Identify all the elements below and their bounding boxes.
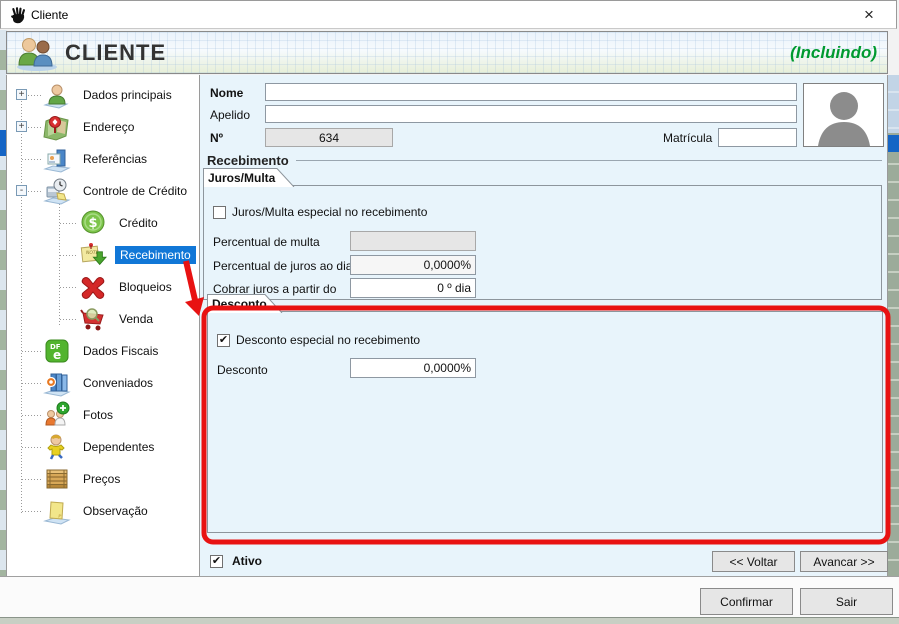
juros-especial-checkbox-label: Juros/Multa especial no recebimento [232, 205, 427, 219]
sidebar-item-precos[interactable]: Preços [7, 463, 201, 495]
sidebar-item-label[interactable]: Dados Fiscais [83, 344, 158, 358]
clients-icon [15, 35, 59, 74]
window-titlebar: Cliente × [0, 0, 897, 29]
referencias-icon [43, 145, 71, 176]
section-title: Recebimento [207, 153, 289, 168]
sidebar-item-label[interactable]: Observação [83, 504, 148, 518]
venda-icon [79, 305, 107, 336]
sidebar-item-dados-fiscais[interactable]: DF e Dados Fiscais [7, 335, 201, 367]
sidebar-item-credito[interactable]: $ Crédito [7, 207, 201, 239]
apelido-input[interactable] [265, 105, 797, 123]
person-silhouette-icon [804, 84, 883, 146]
desconto-especial-checkbox[interactable]: ✔ [217, 334, 230, 347]
check-icon: ✔ [219, 334, 228, 346]
svg-text:e: e [53, 348, 61, 362]
sidebar-item-recebimento[interactable]: NOTE Recebimento [7, 239, 201, 271]
close-icon[interactable]: × [856, 3, 882, 27]
desconto-input[interactable] [350, 358, 476, 378]
juros-especial-checkbox[interactable] [213, 206, 226, 219]
sidebar-item-controle-de-credito[interactable]: - Controle de Crédito [7, 175, 201, 207]
sidebar-item-label[interactable]: Crédito [119, 216, 158, 230]
dados-principais-icon [43, 81, 71, 112]
sidebar-item-label[interactable]: Fotos [83, 408, 113, 422]
check-icon: ✔ [212, 555, 221, 567]
ativo-checkbox[interactable]: ✔ [210, 555, 223, 568]
sidebar-item-conveniados[interactable]: Conveniados [7, 367, 201, 399]
sair-button[interactable]: Sair [800, 588, 893, 615]
sidebar-item-label[interactable]: Dados principais [83, 88, 172, 102]
sidebar-item-label[interactable]: Recebimento [115, 246, 196, 264]
dependentes-icon [43, 433, 71, 464]
numero-input[interactable] [265, 128, 393, 147]
svg-text:$: $ [88, 216, 97, 231]
percentual-juros-input[interactable] [350, 255, 476, 275]
hand-icon [10, 7, 27, 27]
voltar-button[interactable]: << Voltar [712, 551, 795, 572]
fotos-icon [43, 401, 71, 432]
observacao-icon [43, 497, 71, 528]
precos-icon [43, 465, 71, 496]
page-title: CLIENTE [65, 40, 166, 66]
dados-fiscais-icon: DF e [43, 337, 71, 368]
sidebar-item-referencias[interactable]: Referências [7, 143, 201, 175]
sidebar-item-dados-principais[interactable]: + Dados principais [7, 79, 201, 111]
sidebar-item-endereco[interactable]: + Endereço [7, 111, 201, 143]
recebimento-icon: NOTE [79, 241, 107, 272]
expand-icon[interactable]: + [16, 121, 27, 132]
sidebar-item-label[interactable]: Bloqueios [119, 280, 172, 294]
percentual-multa-label: Percentual de multa [213, 235, 320, 249]
percentual-multa-input[interactable] [350, 231, 476, 251]
mode-indicator: (Incluindo) [790, 43, 877, 63]
sidebar-item-dependentes[interactable]: Dependentes [7, 431, 201, 463]
numero-label: Nº [210, 131, 223, 145]
sidebar-item-bloqueios[interactable]: Bloqueios [7, 271, 201, 303]
conveniados-icon [43, 369, 71, 400]
desconto-especial-checkbox-label: Desconto especial no recebimento [236, 333, 420, 347]
sidebar-item-label[interactable]: Venda [119, 312, 153, 326]
collapse-icon[interactable]: - [16, 185, 27, 196]
window-title: Cliente [31, 8, 68, 22]
sidebar-item-label[interactable]: Preços [83, 472, 120, 486]
main-panel: Nome Apelido Nº Matrícula Recebimento Ju… [200, 75, 888, 576]
ativo-label: Ativo [232, 554, 262, 568]
sidebar-item-label[interactable]: Controle de Crédito [83, 184, 187, 198]
desconto-tab: Desconto [207, 294, 283, 313]
desconto-label: Desconto [217, 363, 268, 377]
desconto-tab-label: Desconto [212, 297, 267, 311]
juros-multa-tab: Juros/Multa [203, 168, 295, 187]
matricula-input[interactable] [718, 128, 797, 147]
sidebar-item-label[interactable]: Referências [83, 152, 147, 166]
matricula-label: Matrícula [663, 131, 712, 145]
sidebar-item-observacao[interactable]: Observação [7, 495, 201, 527]
sidebar-item-label[interactable]: Conveniados [83, 376, 153, 390]
cobrar-juros-input[interactable] [350, 278, 476, 298]
expand-icon[interactable]: + [16, 89, 27, 100]
bottom-bar: Confirmar Sair [0, 576, 899, 617]
controle-de-credito-icon [43, 177, 71, 208]
endereco-icon [43, 113, 71, 144]
bloqueios-icon [79, 273, 107, 304]
juros-multa-tab-label: Juros/Multa [208, 171, 275, 185]
sidebar-item-label[interactable]: Endereço [83, 120, 134, 134]
apelido-label: Apelido [210, 108, 250, 122]
credito-icon: $ [79, 209, 107, 240]
avancar-button[interactable]: Avancar >> [800, 551, 888, 572]
navigation-tree: + Dados principais + Endereço [6, 75, 200, 576]
sidebar-item-fotos[interactable]: Fotos [7, 399, 201, 431]
banner: CLIENTE (Incluindo) [6, 31, 888, 74]
percentual-juros-label: Percentual de juros ao dia [213, 259, 352, 273]
section-divider [296, 160, 882, 161]
background-window-right-strip [888, 75, 899, 583]
client-photo-placeholder[interactable] [803, 83, 884, 147]
sidebar-item-venda[interactable]: Venda [7, 303, 201, 335]
nome-input[interactable] [265, 83, 797, 101]
confirmar-button[interactable]: Confirmar [700, 588, 793, 615]
nome-label: Nome [210, 86, 243, 100]
sidebar-item-label[interactable]: Dependentes [83, 440, 154, 454]
